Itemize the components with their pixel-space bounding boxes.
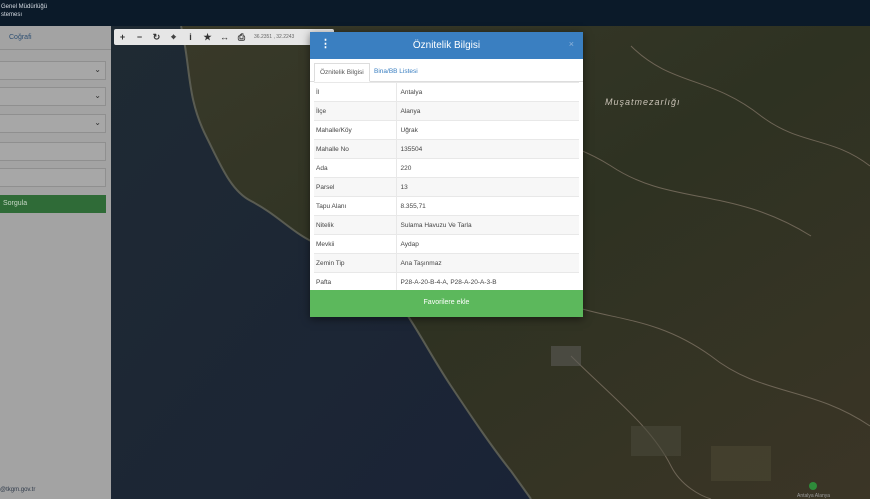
neighborhood-select[interactable]: ⌄ (0, 114, 106, 133)
attribute-key: Mahalle No (314, 139, 397, 159)
add-to-favorites-button[interactable]: Favorilere ekle (310, 290, 583, 317)
print-button[interactable]: ⎙ (233, 29, 250, 45)
attribute-info-modal: ⋮ Öznitelik Bilgisi × Öznitelik Bilgisi … (310, 32, 583, 317)
tab-attribute-info[interactable]: Öznitelik Bilgisi (314, 63, 370, 82)
info-icon: i (189, 32, 192, 42)
modal-tabs: Öznitelik Bilgisi Bina/BB Listesi (310, 59, 583, 82)
attribute-key: Zemin Tip (314, 253, 397, 273)
measure-icon: ↔ (220, 32, 229, 42)
zoom-in-button[interactable]: + (114, 29, 131, 45)
favorite-button[interactable]: ★ (199, 29, 216, 45)
attribute-value: Uğrak (396, 120, 579, 140)
attribute-value: Alanya (396, 101, 579, 121)
contact-email[interactable]: @tkgm.gov.tr (0, 487, 35, 493)
table-row: İlçe Alanya (314, 101, 579, 121)
attribute-key: Mahalle/Köy (314, 120, 397, 140)
chevron-down-icon: ⌄ (94, 65, 101, 74)
zoom-out-button[interactable]: − (131, 29, 148, 45)
attribute-value: 8.355,71 (396, 196, 579, 216)
attribute-key: İlçe (314, 101, 397, 121)
locate-button[interactable]: ⌖ (165, 29, 182, 45)
province-select[interactable]: ⌄ (0, 61, 106, 80)
table-row: Nitelik Sulama Havuzu Ve Tarla (314, 215, 579, 235)
query-sidebar: Coğrafi ⌄ ⌄ ⌄ Sorgula @tkgm.gov.tr (0, 26, 111, 499)
attribute-key: Nitelik (314, 215, 397, 235)
modal-title: Öznitelik Bilgisi (412, 40, 481, 51)
chevron-down-icon: ⌄ (94, 118, 101, 127)
tab-geographic[interactable]: Coğrafi (9, 34, 32, 41)
attribute-key: İl (314, 82, 397, 102)
table-row: Mevkii Aydap (314, 234, 579, 254)
attribute-table: İl Antalya İlçe Alanya Mahalle/Köy Uğrak Mahal… (314, 82, 579, 292)
table-row: İl Antalya (314, 82, 579, 102)
attribute-value: Ana Taşınmaz (396, 253, 579, 273)
map-footer-text: Antalya Alanya (797, 493, 831, 499)
attribute-key: Ada (314, 158, 397, 178)
top-bar: Genel Müdürlüğü stemesı (0, 0, 870, 26)
attribute-value: 220 (396, 158, 579, 178)
print-icon: ⎙ (237, 31, 246, 42)
attribute-value: Antalya (396, 82, 579, 102)
refresh-icon: ↻ (152, 31, 161, 42)
zoom-in-icon: + (119, 32, 126, 42)
star-icon: ★ (203, 31, 212, 42)
attribute-value: 13 (396, 177, 579, 197)
table-row: Zemin Tip Ana Taşınmaz (314, 253, 579, 273)
org-name-line2: stemesı (1, 12, 23, 18)
table-row: Ada 220 (314, 158, 579, 178)
locate-icon: ⌖ (170, 31, 177, 42)
table-row: Parsel 13 (314, 177, 579, 197)
attribute-value: 135504 (396, 139, 579, 159)
table-row: Mahalle No 135504 (314, 139, 579, 159)
refresh-button[interactable]: ↻ (148, 29, 165, 45)
map-toolbar: + − ↻ ⌖ i ★ ↔ ⎙ 36.2351 , 32.2243 (114, 29, 334, 45)
zoom-out-icon: − (136, 32, 143, 42)
attribute-key: Pafta (314, 272, 397, 292)
table-row: Tapu Alanı 8.355,71 (314, 196, 579, 216)
org-name-line1: Genel Müdürlüğü (1, 4, 48, 10)
chevron-down-icon: ⌄ (94, 91, 101, 100)
attribute-value: Aydap (396, 234, 579, 254)
modal-header: ⋮ Öznitelik Bilgisi × (310, 32, 583, 59)
attribute-key: Mevkii (314, 234, 397, 254)
query-button[interactable]: Sorgula (0, 195, 106, 213)
attribute-value: P28-A-20-B-4-A, P28-A-20-A-3-B (396, 272, 579, 292)
table-row: Pafta P28-A-20-B-4-A, P28-A-20-A-3-B (314, 272, 579, 292)
tab-building-list[interactable]: Bina/BB Listesi (369, 63, 423, 82)
close-icon[interactable]: × (569, 39, 574, 49)
table-row: Mahalle/Köy Uğrak (314, 120, 579, 140)
attribute-value: Sulama Havuzu Ve Tarla (396, 215, 579, 235)
measure-button[interactable]: ↔ (216, 29, 233, 45)
attribute-key: Tapu Alanı (314, 196, 397, 216)
info-button[interactable]: i (182, 29, 199, 45)
attribute-key: Parsel (314, 177, 397, 197)
coordinate-readout: 36.2351 , 32.2243 (254, 34, 295, 40)
map-marker-icon (809, 482, 817, 490)
parcel-input[interactable] (0, 168, 106, 187)
district-select[interactable]: ⌄ (0, 87, 106, 106)
sidebar-tabs: Coğrafi (0, 26, 111, 50)
block-input[interactable] (0, 142, 106, 161)
map-place-label: Muşatmezarlığı (605, 97, 681, 107)
